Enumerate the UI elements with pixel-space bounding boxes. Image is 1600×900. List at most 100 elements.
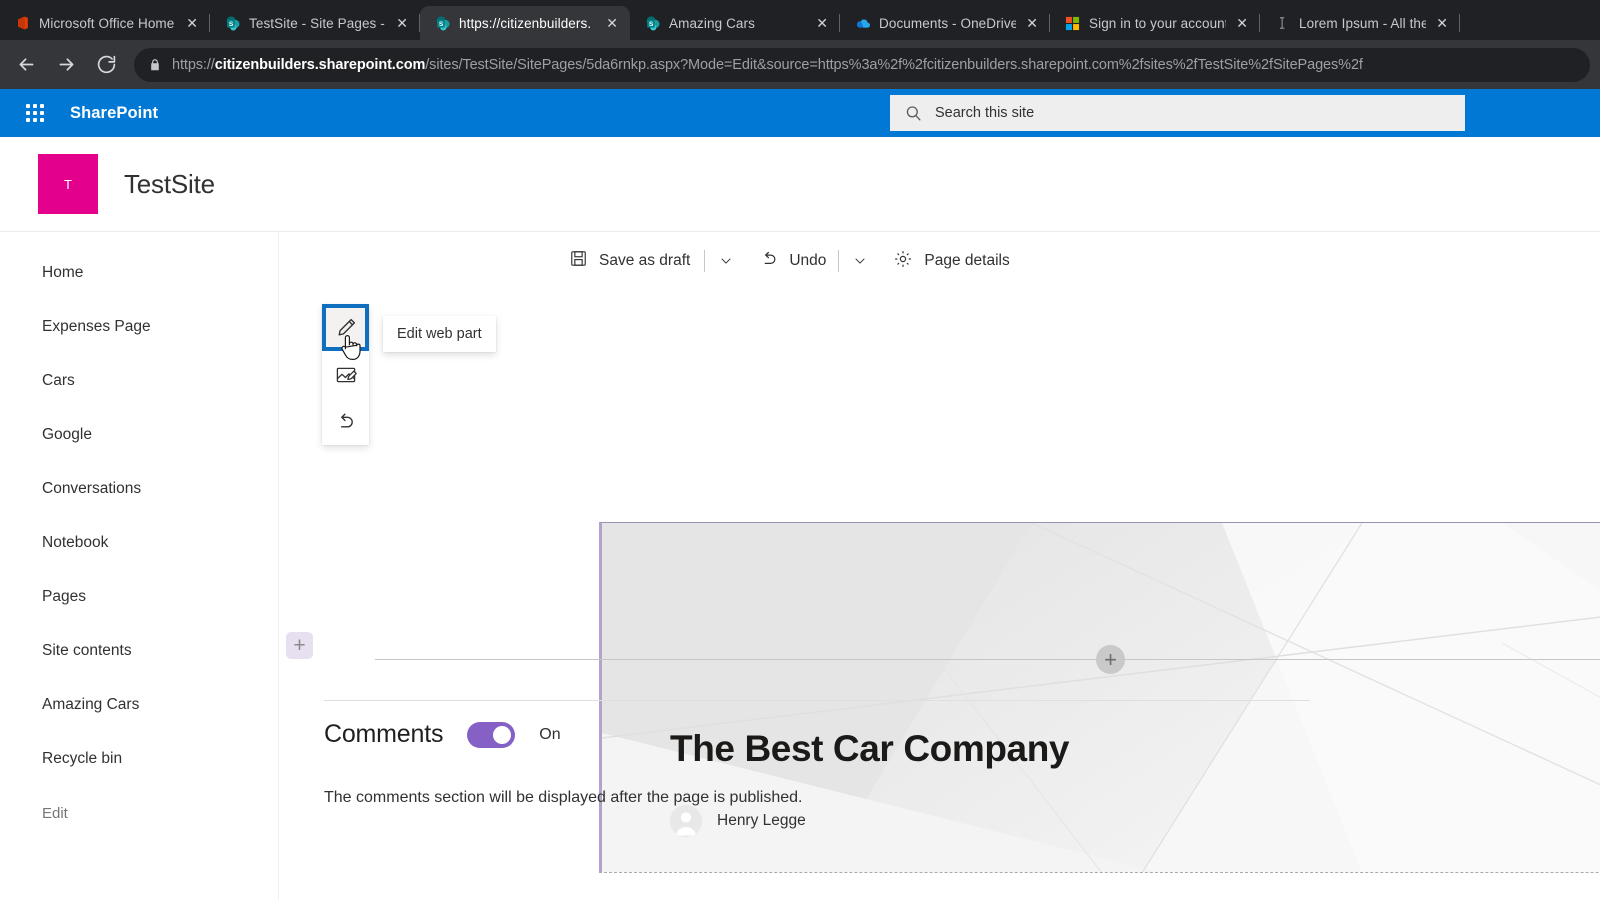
- undo-icon: [759, 249, 779, 274]
- svg-text:S: S: [648, 21, 653, 28]
- section-divider: [375, 659, 1600, 660]
- undo-options-chevron[interactable]: [839, 241, 881, 281]
- save-icon: [569, 249, 588, 273]
- url-host: citizenbuilders.sharepoint.com: [214, 56, 426, 73]
- back-button[interactable]: [8, 47, 44, 83]
- generic-icon: [1274, 15, 1291, 32]
- browser-tab[interactable]: Documents - OneDrive ✕: [840, 6, 1050, 40]
- sharepoint-suite-bar: SharePoint Search this site: [0, 89, 1600, 137]
- add-web-part-button[interactable]: +: [1096, 645, 1125, 674]
- lock-icon: [148, 58, 162, 72]
- sidebar-item-amazing-cars[interactable]: Amazing Cars: [0, 678, 278, 732]
- sidebar-item-pages[interactable]: Pages: [0, 570, 278, 624]
- site-navigation: Home Expenses Page Cars Google Conversat…: [0, 232, 279, 900]
- url-path: /sites/TestSite/SitePages/5da6rnkp.aspx?…: [425, 56, 1363, 73]
- hero-author-name: Henry Legge: [717, 812, 806, 829]
- comments-toggle[interactable]: [467, 721, 516, 748]
- office-icon: [14, 15, 31, 32]
- edit-web-part-button[interactable]: [322, 304, 369, 351]
- save-options-chevron[interactable]: [705, 241, 747, 281]
- plus-icon: +: [293, 634, 306, 657]
- toggle-knob: [493, 725, 512, 744]
- tab-close-icon[interactable]: ✕: [1234, 16, 1250, 30]
- hero-title[interactable]: The Best Car Company: [670, 728, 1069, 770]
- url-input[interactable]: https://citizenbuilders.sharepoint.com/s…: [134, 47, 1590, 82]
- undo-web-part-button[interactable]: [322, 398, 369, 445]
- image-edit-icon: [336, 367, 357, 382]
- browser-tab[interactable]: Microsoft Office Home ✕: [0, 6, 210, 40]
- sidebar-item-google[interactable]: Google: [0, 408, 278, 462]
- browser-tab-title: Lorem Ipsum - All the: [1299, 15, 1427, 31]
- reload-button[interactable]: [88, 47, 124, 83]
- microsoft-icon: [1064, 15, 1081, 32]
- sharepoint-brand[interactable]: SharePoint: [70, 104, 158, 123]
- onedrive-icon: [854, 15, 871, 32]
- sidebar-item-notebook[interactable]: Notebook: [0, 516, 278, 570]
- sidebar-item-expenses-page[interactable]: Expenses Page: [0, 300, 278, 354]
- sharepoint-icon: S: [224, 15, 241, 32]
- browser-tab-title: Amazing Cars: [669, 15, 755, 31]
- web-part-toolbar: [322, 304, 369, 445]
- browser-url-bar: https://citizenbuilders.sharepoint.com/s…: [0, 40, 1600, 89]
- add-section-button[interactable]: +: [286, 632, 313, 659]
- avatar: [670, 805, 702, 837]
- sharepoint-icon: S: [644, 15, 661, 32]
- search-icon: [904, 104, 923, 123]
- edit-image-button[interactable]: [322, 351, 369, 398]
- sidebar-edit-link[interactable]: Edit: [0, 786, 278, 840]
- browser-tab[interactable]: Lorem Ipsum - All the ✕: [1260, 6, 1460, 40]
- browser-tab-active[interactable]: S https://citizenbuilders. ✕: [420, 6, 630, 40]
- url-scheme: https://: [172, 56, 215, 73]
- search-input[interactable]: Search this site: [890, 95, 1465, 131]
- search-placeholder: Search this site: [935, 105, 1035, 121]
- tab-close-icon[interactable]: ✕: [1434, 16, 1450, 30]
- undo-arrow-icon: [340, 413, 353, 428]
- sidebar-item-home[interactable]: Home: [0, 246, 278, 300]
- section-selection-edge: [599, 872, 1600, 873]
- edit-web-part-tooltip: Edit web part: [383, 316, 496, 352]
- save-as-draft-label: Save as draft: [599, 252, 691, 269]
- browser-tab[interactable]: S TestSite - Site Pages - ✕: [210, 6, 420, 40]
- sidebar-item-conversations[interactable]: Conversations: [0, 462, 278, 516]
- tab-close-icon[interactable]: ✕: [394, 16, 410, 30]
- comments-toggle-state: On: [539, 725, 561, 743]
- browser-tab-title: TestSite - Site Pages -: [249, 15, 385, 31]
- undo-label: Undo: [789, 252, 827, 269]
- undo-button[interactable]: Undo: [747, 241, 838, 281]
- site-logo[interactable]: T: [38, 154, 98, 214]
- tab-close-icon[interactable]: ✕: [814, 16, 830, 30]
- chevron-down-icon: [855, 258, 865, 264]
- tab-close-icon[interactable]: ✕: [604, 16, 620, 30]
- hero-byline: Henry Legge: [670, 805, 806, 837]
- sidebar-item-site-contents[interactable]: Site contents: [0, 624, 278, 678]
- save-as-draft-button[interactable]: Save as draft: [555, 241, 704, 281]
- sharepoint-icon: S: [434, 15, 451, 32]
- plus-icon: +: [1104, 646, 1117, 672]
- forward-button[interactable]: [48, 47, 84, 83]
- page-details-label: Page details: [924, 252, 1010, 269]
- gear-icon: [893, 249, 913, 274]
- tab-close-icon[interactable]: ✕: [184, 16, 200, 30]
- comments-label: Comments: [324, 720, 444, 748]
- page-details-button[interactable]: Page details: [881, 241, 1021, 281]
- svg-text:S: S: [228, 21, 233, 28]
- page-command-bar: Save as draft Undo Page details: [555, 232, 1022, 290]
- browser-tab-title: Microsoft Office Home: [39, 15, 175, 31]
- browser-tab[interactable]: S Amazing Cars ✕: [630, 6, 840, 40]
- sidebar-item-recycle-bin[interactable]: Recycle bin: [0, 732, 278, 786]
- site-title[interactable]: TestSite: [124, 169, 215, 200]
- sidebar-item-cars[interactable]: Cars: [0, 354, 278, 408]
- chevron-down-icon: [721, 258, 731, 264]
- browser-tab-title: https://citizenbuilders.: [459, 15, 592, 31]
- comments-divider: [324, 700, 1310, 701]
- browser-tab-title: Documents - OneDrive: [879, 15, 1017, 31]
- svg-text:S: S: [438, 21, 443, 28]
- app-launcher-button[interactable]: [14, 89, 56, 137]
- url-text: https://citizenbuilders.sharepoint.com/s…: [172, 57, 1363, 73]
- browser-tab[interactable]: Sign in to your account ✕: [1050, 6, 1260, 40]
- browser-tab-strip: Microsoft Office Home ✕ S TestSite - Sit…: [0, 0, 1600, 40]
- tab-close-icon[interactable]: ✕: [1024, 16, 1040, 30]
- browser-tab-title: Sign in to your account: [1089, 15, 1227, 31]
- site-header: T TestSite: [0, 137, 1600, 232]
- hero-web-part[interactable]: The Best Car Company Henry Legge: [599, 522, 1600, 872]
